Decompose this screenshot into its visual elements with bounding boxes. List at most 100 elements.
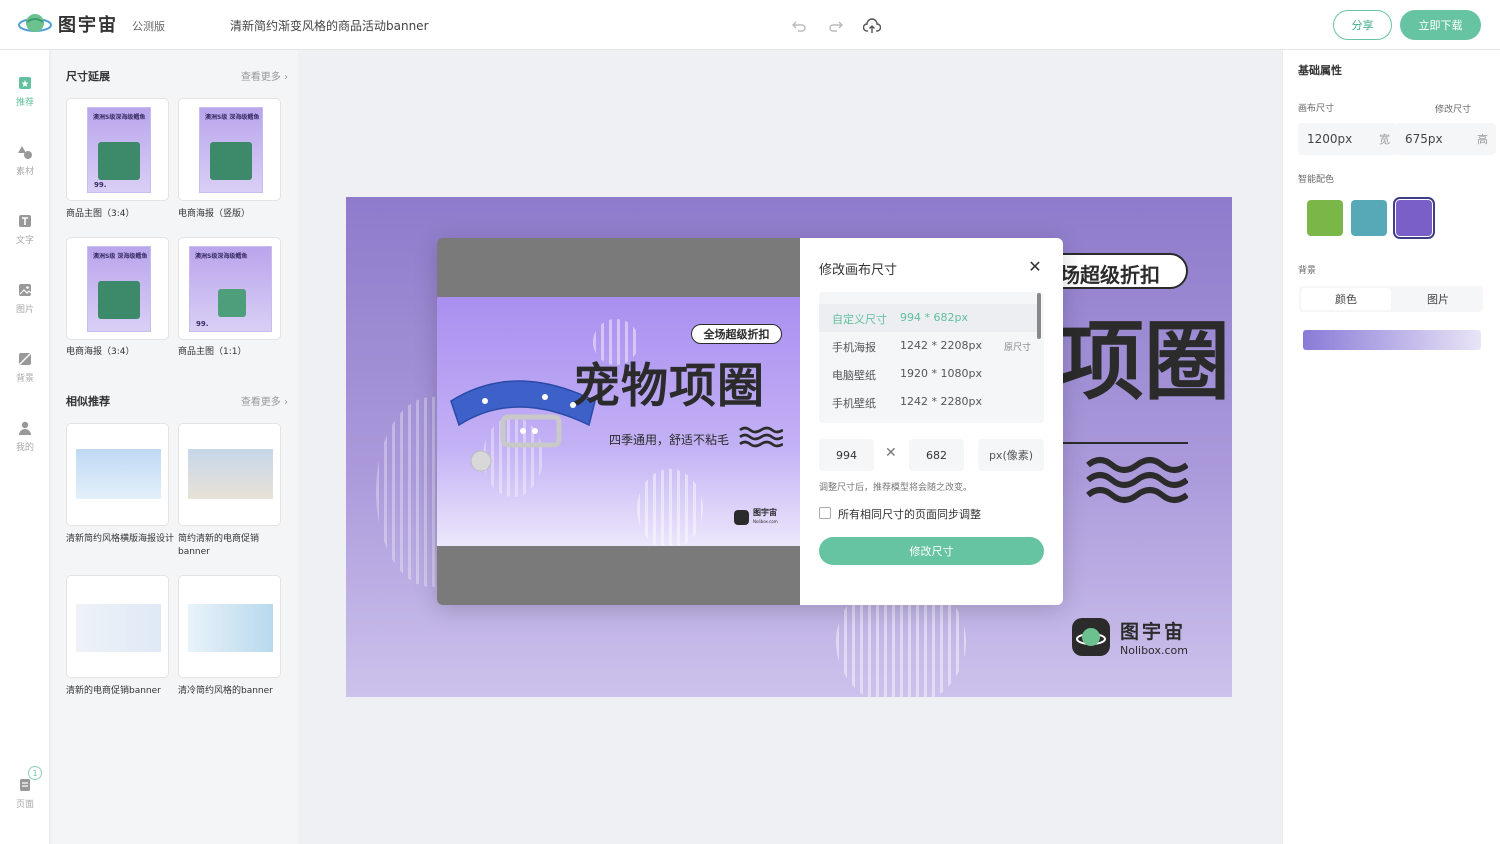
canvas-headline[interactable]: 项圈 bbox=[1058, 312, 1230, 412]
recommend-icon bbox=[19, 77, 31, 89]
height-input[interactable] bbox=[909, 439, 964, 471]
template-panel: 尺寸延展 查看更多 › 澳洲S级深海级鳕鱼 99. 商品主图（3:4） 澳洲S级… bbox=[51, 50, 298, 844]
background-label: 背景 bbox=[1298, 266, 1317, 276]
nav-item-background[interactable]: 背景 bbox=[0, 351, 50, 384]
preset-name: 手机海报 bbox=[832, 341, 876, 354]
template-label: 清新简约风格横版海报设计 bbox=[66, 534, 175, 544]
template-card[interactable]: 澳洲S级深海级鳕鱼 99. bbox=[66, 98, 169, 201]
preview-logo-cn: 图宇宙 bbox=[753, 508, 777, 517]
template-card[interactable]: 澳洲S级深海级鳕鱼 99. bbox=[178, 237, 281, 340]
canvas-divider bbox=[1058, 442, 1188, 444]
beta-badge: 公测版 bbox=[132, 20, 165, 33]
dialog-title: 修改画布尺寸 bbox=[819, 263, 898, 278]
background-icon bbox=[18, 352, 32, 366]
nav-item-recommend[interactable]: 推荐 bbox=[0, 75, 50, 108]
edit-size-link[interactable]: 修改尺寸 bbox=[1435, 102, 1471, 115]
preview-logo-en: Nolibox.com bbox=[753, 519, 778, 524]
template-thumbnail bbox=[188, 604, 273, 652]
color-swatch[interactable] bbox=[1351, 200, 1387, 236]
see-more-link[interactable]: 查看更多 › bbox=[241, 68, 288, 83]
unit-select[interactable]: px(像素) bbox=[978, 439, 1044, 471]
bg-tab-image[interactable]: 图片 bbox=[1393, 286, 1483, 312]
size-preset-custom[interactable]: 自定义尺寸 994 * 682px bbox=[819, 304, 1037, 332]
sync-checkbox[interactable] bbox=[819, 507, 831, 519]
canvas-logo-en: Nolibox.com bbox=[1120, 644, 1188, 657]
canvas-size-label: 画布尺寸 bbox=[1298, 104, 1335, 114]
preset-value: 1920 * 1080px bbox=[900, 367, 982, 380]
download-button[interactable]: 立即下载 bbox=[1400, 10, 1481, 40]
see-more-label: 查看更多 bbox=[240, 397, 281, 408]
template-thumbnail: 澳洲S级 深海级鳕鱼 bbox=[87, 246, 151, 332]
waves-decoration bbox=[1086, 457, 1188, 503]
thumb-text: 澳洲S级深海级鳕鱼 bbox=[195, 253, 248, 260]
section-title-size: 尺寸延展 bbox=[66, 70, 110, 83]
color-swatch[interactable] bbox=[1307, 200, 1343, 236]
template-label: 电商海报（3:4） bbox=[66, 347, 135, 357]
decor-stripes bbox=[637, 469, 703, 546]
logo-text: 图宇宙 bbox=[58, 15, 118, 36]
template-label: 商品主图（1:1） bbox=[178, 347, 247, 357]
redo-icon[interactable] bbox=[826, 16, 846, 36]
size-preset-list[interactable]: 自定义尺寸 994 * 682px 手机海报 1242 * 2208px 原尺寸… bbox=[819, 292, 1044, 423]
document-title[interactable]: 清新简约渐变风格的商品活动banner bbox=[230, 17, 429, 34]
template-card[interactable] bbox=[66, 575, 169, 678]
section-title-similar: 相似推荐 bbox=[66, 395, 110, 408]
canvas-width-field[interactable]: 1200px 宽 bbox=[1298, 123, 1398, 155]
planet-logo-icon bbox=[734, 509, 749, 525]
nav-item-text[interactable]: 文字 bbox=[0, 213, 50, 246]
size-preset-phone-poster[interactable]: 手机海报 1242 * 2208px 原尺寸 bbox=[819, 332, 1037, 360]
pages-icon bbox=[20, 779, 30, 791]
nav-item-pages[interactable]: 页面 bbox=[0, 777, 50, 810]
width-unit: 宽 bbox=[1379, 133, 1390, 146]
thumb-price: 99. bbox=[196, 320, 209, 328]
bg-tab-color[interactable]: 颜色 bbox=[1301, 288, 1391, 310]
preview-subtitle: 四季通用，舒适不粘毛 bbox=[609, 433, 730, 447]
background-tabs: 颜色 图片 bbox=[1299, 286, 1483, 312]
app-logo[interactable]: 图宇宙 bbox=[18, 11, 118, 37]
panel-title: 基础属性 bbox=[1298, 64, 1342, 77]
planet-logo-icon bbox=[18, 14, 52, 32]
nav-item-mine[interactable]: 我的 bbox=[0, 420, 50, 453]
height-value: 675px bbox=[1405, 132, 1443, 146]
canvas-height-field[interactable]: 675px 高 bbox=[1396, 123, 1496, 155]
template-card[interactable]: 澳洲S级 深海级鳕鱼 bbox=[66, 237, 169, 340]
template-card[interactable] bbox=[178, 575, 281, 678]
nav-label: 页面 bbox=[15, 800, 34, 810]
nav-label: 素材 bbox=[15, 167, 34, 177]
nav-label: 图片 bbox=[15, 305, 34, 315]
shapes-icon bbox=[18, 146, 32, 159]
user-icon bbox=[19, 421, 31, 435]
template-card[interactable] bbox=[66, 423, 169, 526]
undo-icon[interactable] bbox=[789, 16, 809, 36]
apply-resize-button[interactable]: 修改尺寸 bbox=[819, 537, 1044, 565]
nav-item-material[interactable]: 素材 bbox=[0, 144, 50, 177]
preset-value: 1242 * 2280px bbox=[900, 395, 982, 408]
template-thumbnail bbox=[76, 449, 161, 499]
properties-panel: 基础属性 画布尺寸 修改尺寸 1200px 宽 675px 高 智能配色 背景 … bbox=[1282, 50, 1500, 844]
cloud-save-icon[interactable] bbox=[862, 16, 882, 36]
see-more-link[interactable]: 查看更多 › bbox=[241, 393, 288, 408]
width-input[interactable] bbox=[819, 439, 874, 471]
template-thumbnail: 澳洲S级深海级鳕鱼 99. bbox=[189, 246, 272, 332]
template-card[interactable] bbox=[178, 423, 281, 526]
preset-name: 自定义尺寸 bbox=[832, 313, 887, 326]
close-icon[interactable]: ✕ bbox=[1026, 257, 1044, 276]
original-size-tag: 原尺寸 bbox=[1003, 343, 1031, 353]
size-preset-desktop-wallpaper[interactable]: 电脑壁纸 1920 * 1080px bbox=[819, 360, 1037, 388]
nav-item-image[interactable]: 图片 bbox=[0, 282, 50, 315]
share-button[interactable]: 分享 bbox=[1333, 10, 1392, 40]
sync-checkbox-label[interactable]: 所有相同尺寸的页面同步调整 bbox=[838, 506, 981, 522]
smart-color-label: 智能配色 bbox=[1298, 175, 1335, 185]
canvas-logo-cn: 图宇宙 bbox=[1120, 621, 1187, 643]
size-preset-phone-wallpaper[interactable]: 手机壁纸 1242 * 2280px bbox=[819, 388, 1037, 416]
gradient-picker[interactable] bbox=[1303, 330, 1481, 350]
template-thumbnail bbox=[76, 604, 161, 652]
canvas-badge-text: 场超级折扣 bbox=[1060, 263, 1160, 287]
list-scrollbar[interactable] bbox=[1037, 293, 1041, 339]
product-bag-image bbox=[210, 142, 252, 180]
template-label: 清冷简约风格的banner bbox=[178, 686, 273, 696]
canvas-logo[interactable]: 图宇宙 Nolibox.com bbox=[1072, 617, 1188, 657]
preset-name: 电脑壁纸 bbox=[832, 369, 876, 382]
template-card[interactable]: 澳洲S级 深海级鳕鱼 bbox=[178, 98, 281, 201]
color-swatch-selected[interactable] bbox=[1393, 197, 1435, 239]
